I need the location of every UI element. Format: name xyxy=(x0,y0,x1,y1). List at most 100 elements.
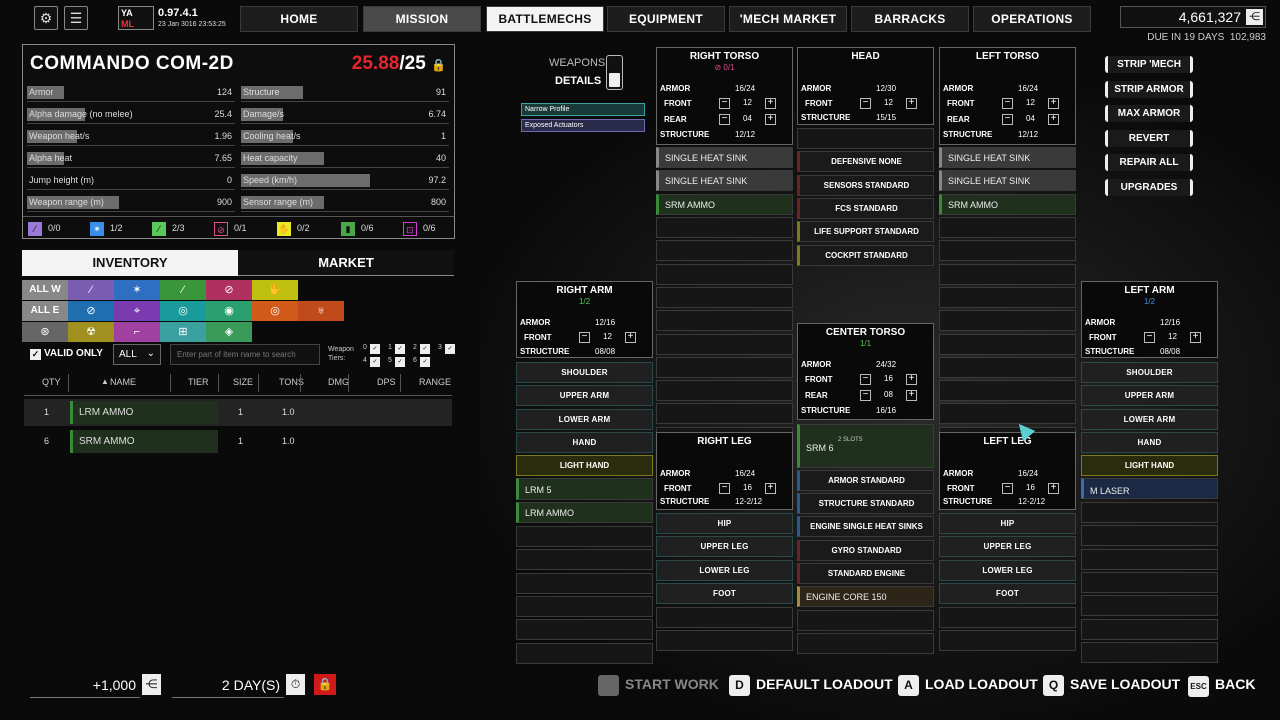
filter-ballistic-button[interactable]: ⁄ xyxy=(68,280,114,300)
filter-targeting-button[interactable]: ⌖ xyxy=(114,301,160,321)
empty-slot[interactable] xyxy=(656,630,793,652)
column-header[interactable]: RANGE xyxy=(419,377,451,387)
rear-armor-plus[interactable]: + xyxy=(765,114,776,125)
tab-mech-market[interactable]: 'MECH MARKET xyxy=(729,6,847,32)
tier-checkbox[interactable]: ✓ xyxy=(420,344,430,354)
slot-armor-type[interactable]: ARMOR STANDARD xyxy=(797,470,934,491)
empty-slot[interactable] xyxy=(656,310,793,332)
slot-structure-type[interactable]: STRUCTURE STANDARD xyxy=(797,493,934,514)
slot-engine-core[interactable]: ENGINE CORE 150 xyxy=(797,586,934,607)
empty-slot[interactable] xyxy=(656,240,793,262)
slot-arm-actuator[interactable]: LOWER ARM xyxy=(516,408,653,430)
valid-only-checkbox[interactable]: ✓ VALID ONLY xyxy=(30,348,103,360)
empty-slot[interactable] xyxy=(797,128,934,149)
front-armor-minus[interactable]: − xyxy=(1002,483,1013,494)
filter-melee-button[interactable]: ⌐ xyxy=(114,322,160,342)
rear-armor-minus[interactable]: − xyxy=(1002,114,1013,125)
tab-mission[interactable]: MISSION xyxy=(363,6,481,32)
front-armor-minus[interactable]: − xyxy=(719,483,730,494)
notes-icon[interactable]: ☰ xyxy=(64,6,88,30)
slot-fcs[interactable]: FCS STANDARD xyxy=(797,198,934,219)
empty-slot[interactable] xyxy=(656,403,793,425)
empty-slot[interactable] xyxy=(1081,525,1218,547)
slot-ammo[interactable]: LRM AMMO xyxy=(516,502,653,523)
empty-slot[interactable] xyxy=(656,607,793,628)
strip-mech-button[interactable]: STRIP 'MECH xyxy=(1105,56,1193,73)
slot-defensive[interactable]: DEFENSIVE NONE xyxy=(797,151,934,172)
filter-armor-button[interactable]: ◈ xyxy=(206,322,252,342)
empty-slot[interactable] xyxy=(939,310,1076,332)
column-header[interactable]: DPS xyxy=(377,377,396,387)
slot-leg-actuator[interactable]: HIP xyxy=(656,513,793,534)
repair-all-button[interactable]: REPAIR ALL xyxy=(1105,154,1193,172)
empty-slot[interactable] xyxy=(1081,548,1218,570)
empty-slot[interactable] xyxy=(939,356,1076,378)
rear-armor-plus[interactable]: + xyxy=(1048,114,1059,125)
strip-armor-button[interactable]: STRIP ARMOR xyxy=(1105,80,1193,98)
slot-heat-sink[interactable]: SINGLE HEAT SINK xyxy=(939,147,1076,168)
filter-energy-button[interactable]: ✶ xyxy=(114,280,160,300)
tab-equipment[interactable]: EQUIPMENT xyxy=(607,6,725,32)
slot-sensors[interactable]: SENSORS STANDARD xyxy=(797,175,934,196)
empty-slot[interactable] xyxy=(656,356,793,378)
slot-leg-actuator[interactable]: LOWER LEG xyxy=(656,559,793,581)
front-armor-minus[interactable]: − xyxy=(579,332,590,343)
back-button[interactable]: ESC BACK xyxy=(1188,672,1255,697)
front-armor-plus[interactable]: + xyxy=(765,98,776,109)
front-armor-plus[interactable]: + xyxy=(1190,332,1201,343)
filter-sensor-button[interactable]: ◎ xyxy=(252,301,298,321)
category-select[interactable]: ALL ⌄ xyxy=(113,344,161,365)
slot-arm-actuator[interactable]: UPPER ARM xyxy=(516,385,653,407)
empty-slot[interactable] xyxy=(797,633,934,655)
rear-armor-minus[interactable]: − xyxy=(860,390,871,401)
slot-heat-sink[interactable]: SINGLE HEAT SINK xyxy=(656,170,793,191)
empty-slot[interactable] xyxy=(1081,618,1218,640)
slot-arm-actuator[interactable]: SHOULDER xyxy=(516,362,653,383)
slot-arm-actuator[interactable]: HAND xyxy=(516,431,653,453)
slot-ammo[interactable]: SRM AMMO xyxy=(939,194,1076,215)
tier-checkbox[interactable]: ✓ xyxy=(395,344,405,354)
empty-slot[interactable] xyxy=(516,526,653,547)
save-loadout-button[interactable]: Q SAVE LOADOUT xyxy=(1043,672,1180,696)
empty-slot[interactable] xyxy=(516,595,653,617)
tab-operations[interactable]: OPERATIONS xyxy=(973,6,1091,32)
empty-slot[interactable] xyxy=(1081,571,1218,593)
slot-arm-actuator[interactable]: HAND xyxy=(1081,431,1218,453)
table-row[interactable]: 1 LRM AMMO 1 1.0 xyxy=(24,399,452,426)
slot-cockpit[interactable]: COCKPIT STANDARD xyxy=(797,245,934,266)
filter-cooling-button[interactable]: ◎ xyxy=(160,301,206,321)
slot-heat-sink[interactable]: SINGLE HEAT SINK xyxy=(656,147,793,168)
empty-slot[interactable] xyxy=(939,607,1076,628)
filter-all-equipment[interactable]: ALL E xyxy=(22,301,68,321)
slot-light-hand[interactable]: LIGHT HAND xyxy=(516,455,653,476)
tier-checkbox[interactable]: ✓ xyxy=(370,357,380,367)
revert-button[interactable]: REVERT xyxy=(1105,129,1193,147)
front-armor-plus[interactable]: + xyxy=(1048,483,1059,494)
empty-slot[interactable] xyxy=(516,549,653,571)
tier-checkbox[interactable]: ✓ xyxy=(420,357,430,367)
front-armor-plus[interactable]: + xyxy=(1048,98,1059,109)
empty-slot[interactable] xyxy=(939,240,1076,262)
empty-slot[interactable] xyxy=(939,263,1076,285)
slot-leg-actuator[interactable]: LOWER LEG xyxy=(939,559,1076,581)
empty-slot[interactable] xyxy=(656,217,793,238)
slot-engine-heat-sinks[interactable]: ENGINE SINGLE HEAT SINKS xyxy=(797,516,934,537)
filter-missile-button[interactable]: ⁄ xyxy=(160,280,206,300)
slot-weapon-mlaser[interactable]: M LASER xyxy=(1081,478,1218,499)
filter-support-button[interactable]: ✋ xyxy=(252,280,298,300)
empty-slot[interactable] xyxy=(1081,595,1218,617)
alert-icon[interactable]: 🔒 xyxy=(314,674,336,695)
slot-leg-actuator[interactable]: UPPER LEG xyxy=(656,536,793,558)
empty-slot[interactable] xyxy=(656,333,793,355)
search-input[interactable]: Enter part of item name to search xyxy=(170,344,320,365)
column-header[interactable]: SIZE xyxy=(233,377,253,387)
empty-slot[interactable] xyxy=(939,333,1076,355)
tab-market[interactable]: MARKET xyxy=(238,250,454,276)
slot-arm-actuator[interactable]: LOWER ARM xyxy=(1081,408,1218,430)
filter-hazard-button[interactable]: ☢ xyxy=(68,322,114,342)
start-work-button[interactable]: START WORK xyxy=(598,672,719,696)
empty-slot[interactable] xyxy=(1081,502,1218,523)
column-header[interactable]: QTY xyxy=(42,377,61,387)
empty-slot[interactable] xyxy=(656,263,793,285)
filter-actuator-button[interactable]: ♅ xyxy=(298,301,344,321)
